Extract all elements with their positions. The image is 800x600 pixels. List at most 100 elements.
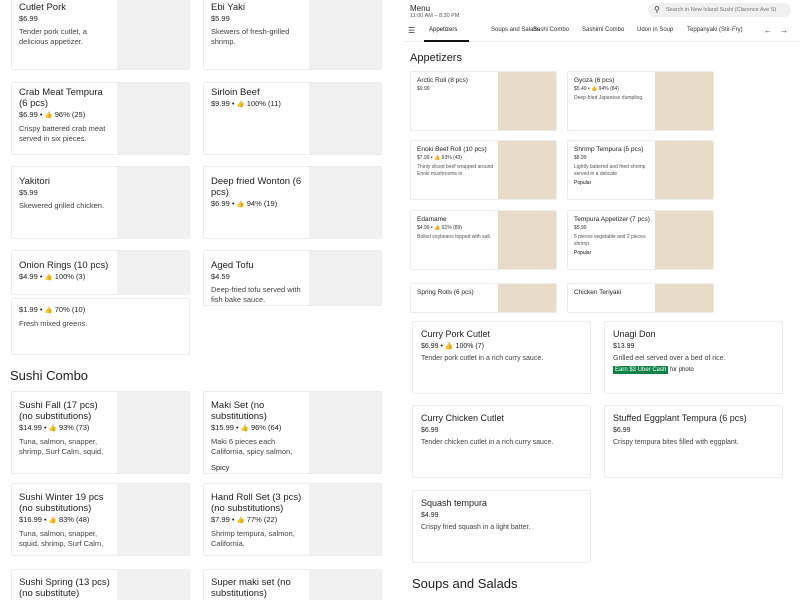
page-root: Cutlet Pork $6.99 Tender pork cutlet, a …	[0, 0, 800, 600]
item-image	[655, 211, 713, 269]
item-price: $15.99	[211, 423, 234, 432]
item-title: Squash tempura	[421, 498, 488, 508]
item-price-rating: $6.99 • 👍 100% (7)	[421, 343, 484, 350]
menu-item-card[interactable]: $1.99 • 👍 70% (10) Fresh mixed greens.	[11, 298, 190, 355]
item-rating: 93% (43)	[441, 155, 462, 161]
tab-appetizers[interactable]: Appetizers	[429, 27, 457, 33]
promo-highlight: Earn $3 Uber Cash	[613, 366, 669, 374]
menu-search[interactable]: ⚲	[648, 3, 791, 17]
item-image	[498, 141, 556, 199]
item-rating: 91% (89)	[441, 225, 462, 231]
menu-item-card[interactable]: Cutlet Pork $6.99 Tender pork cutlet, a …	[11, 0, 190, 70]
item-price-rating: $6.99 • 👍 94% (19)	[211, 199, 278, 208]
item-title: Spring Rolls (6 pcs)	[417, 289, 474, 296]
item-image	[117, 392, 189, 473]
menu-item-card[interactable]: Curry Pork Cutlet $6.99 • 👍 100% (7) Ten…	[412, 321, 591, 394]
item-description: Deep-fried tofu served with fish bake sa…	[211, 285, 301, 304]
item-price: $6.99	[613, 427, 631, 434]
item-title: Edamame	[417, 216, 447, 223]
item-image	[655, 141, 713, 199]
search-icon: ⚲	[654, 5, 660, 14]
menu-item-card[interactable]: Sushi Spring (13 pcs) (no substitute)	[11, 569, 190, 600]
menu-item-card[interactable]: Onion Rings (10 pcs) $4.99 • 👍 100% (3)	[11, 250, 190, 295]
item-price-rating: $4.99 • 👍 100% (3)	[19, 272, 86, 281]
item-image	[117, 570, 189, 600]
menu-item-card[interactable]: Ebi Yaki $5.99 Skewers of fresh-grilled …	[203, 0, 382, 70]
item-title: Onion Rings (10 pcs)	[19, 260, 109, 271]
thumbs-up-icon: 👍	[434, 155, 441, 161]
arrow-right-icon[interactable]: →	[779, 26, 789, 36]
menu-item-card[interactable]: Sushi Winter 19 pcs (no substitutions) $…	[11, 483, 190, 556]
menu-item-card[interactable]: Arctic Roll (8 pcs) $9.99	[410, 71, 557, 131]
item-title: Tempura Appetizer (7 pcs)	[574, 216, 650, 223]
item-image	[309, 570, 381, 600]
list-menu-icon[interactable]: ☰	[408, 26, 415, 35]
item-price: $13.99	[613, 343, 635, 350]
tab-udon-soup[interactable]: Udon in Soup	[637, 27, 673, 33]
item-price-rating: $4.99 • 👍 91% (89)	[417, 225, 462, 231]
item-price: $5.49	[574, 86, 587, 92]
search-input[interactable]	[666, 5, 788, 15]
item-price-rating: $9.99 • 👍 100% (11)	[211, 99, 281, 108]
menu-hours: 11:00 AM – 8:30 PM	[410, 13, 460, 19]
section-title-appetizers: Appetizers	[410, 52, 462, 64]
item-price: $4.99	[19, 272, 38, 281]
item-image	[309, 484, 381, 555]
thumbs-up-icon: 👍	[236, 517, 245, 524]
item-image	[498, 284, 556, 312]
item-title: Chicken Teriyaki	[574, 289, 622, 296]
menu-item-card[interactable]: Squash tempura $4.99 Crispy fried squash…	[412, 490, 591, 563]
arrow-left-icon[interactable]: ←	[763, 26, 773, 36]
menu-item-card[interactable]: Unagi Don $13.99 Grilled eel served over…	[604, 321, 783, 394]
thumbs-up-icon: 👍	[236, 101, 245, 108]
item-title: Aged Tofu	[211, 260, 254, 271]
menu-item-card[interactable]: Stuffed Eggplant Tempura (6 pcs) $6.99 C…	[604, 405, 783, 478]
menu-item-card[interactable]: Tempura Appetizer (7 pcs) $5.99 5 pieces…	[567, 210, 714, 270]
item-description: Crispy fried squash in a light batter.	[421, 524, 531, 531]
tab-sashimi-combo[interactable]: Sashimi Combo	[582, 27, 624, 33]
menu-item-card[interactable]: Sushi Fall (17 pcs) (no substitutions) $…	[11, 391, 190, 474]
menu-item-card[interactable]: Crab Meat Tempura (6 pcs) $6.99 • 👍 96% …	[11, 82, 190, 155]
item-price: $6.99	[19, 14, 38, 23]
menu-item-card[interactable]: Yakitori $5.99 Skewered grilled chicken.	[11, 166, 190, 239]
category-tab-bar: ☰ Appetizers Soups and Salads Sushi Comb…	[405, 22, 800, 42]
menu-item-card[interactable]: Hand Roll Set (3 pcs) (no substitutions)…	[203, 483, 382, 556]
item-title: Hand Roll Set (3 pcs) (no substitutions)	[211, 492, 302, 514]
item-price-rating: $7.99 • 👍 93% (43)	[417, 155, 462, 161]
item-title: Sushi Spring (13 pcs) (no substitute)	[19, 577, 110, 599]
item-price: $14.99	[19, 423, 42, 432]
thumbs-up-icon: 👍	[444, 343, 454, 350]
item-price-rating: $15.99 • 👍 96% (64)	[211, 423, 282, 432]
item-price: $1.99	[19, 305, 38, 314]
menu-item-card[interactable]: Enoki Beef Roll (10 pcs) $7.99 • 👍 93% (…	[410, 140, 557, 200]
menu-item-card[interactable]: Deep fried Wonton (6 pcs) $6.99 • 👍 94% …	[203, 166, 382, 239]
item-price: $9.99	[417, 86, 430, 92]
item-price: $9.99	[211, 99, 230, 108]
menu-item-card[interactable]: Chicken Teriyaki	[567, 283, 714, 313]
item-image	[655, 284, 713, 312]
item-description: Tender chicken cutlet in a rich curry sa…	[421, 439, 554, 446]
item-title: Sushi Fall (17 pcs) (no substitutions)	[19, 400, 98, 422]
item-image	[498, 72, 556, 130]
menu-item-card[interactable]: Sirloin Beef $9.99 • 👍 100% (11)	[203, 82, 382, 155]
item-description: Tuna, salmon, snapper, squid, shrimp, Su…	[19, 529, 104, 548]
item-rating: 94% (84)	[598, 86, 619, 92]
menu-item-card[interactable]: Edamame $4.99 • 👍 91% (89) Boiled soybea…	[410, 210, 557, 270]
item-description: Boiled soybeans topped with salt.	[417, 234, 492, 240]
menu-item-card[interactable]: Aged Tofu $4.59 Deep-fried tofu served w…	[203, 250, 382, 306]
menu-item-card[interactable]: Spring Rolls (6 pcs)	[410, 283, 557, 313]
menu-item-card[interactable]: Shrimp Tempura (5 pcs) $8.99 Lightly bat…	[567, 140, 714, 200]
item-rating: 100% (3)	[54, 272, 86, 281]
menu-item-card[interactable]: Gyoza (6 pcs) $5.49 • 👍 94% (84) Deep-fr…	[567, 71, 714, 131]
menu-item-card[interactable]: Super maki set (no substitutions)	[203, 569, 382, 600]
menu-item-card[interactable]: Curry Chicken Cutlet $6.99 Tender chicke…	[412, 405, 591, 478]
item-title: Sushi Winter 19 pcs (no substitutions)	[19, 492, 104, 514]
tab-teppanyaki[interactable]: Teppanyaki (Stir-Fry)	[687, 27, 743, 33]
item-description: Tuna, salmon, snapper, shrimp, Surf Calm…	[19, 437, 104, 456]
tab-sushi-combo[interactable]: Sushi Combo	[533, 27, 569, 33]
item-price: $8.99	[574, 155, 587, 161]
item-title: Yakitori	[19, 176, 50, 187]
menu-item-card[interactable]: Maki Set (no substitutions) $15.99 • 👍 9…	[203, 391, 382, 474]
item-price: $5.99	[574, 225, 587, 231]
item-title: Crab Meat Tempura (6 pcs)	[19, 87, 103, 109]
